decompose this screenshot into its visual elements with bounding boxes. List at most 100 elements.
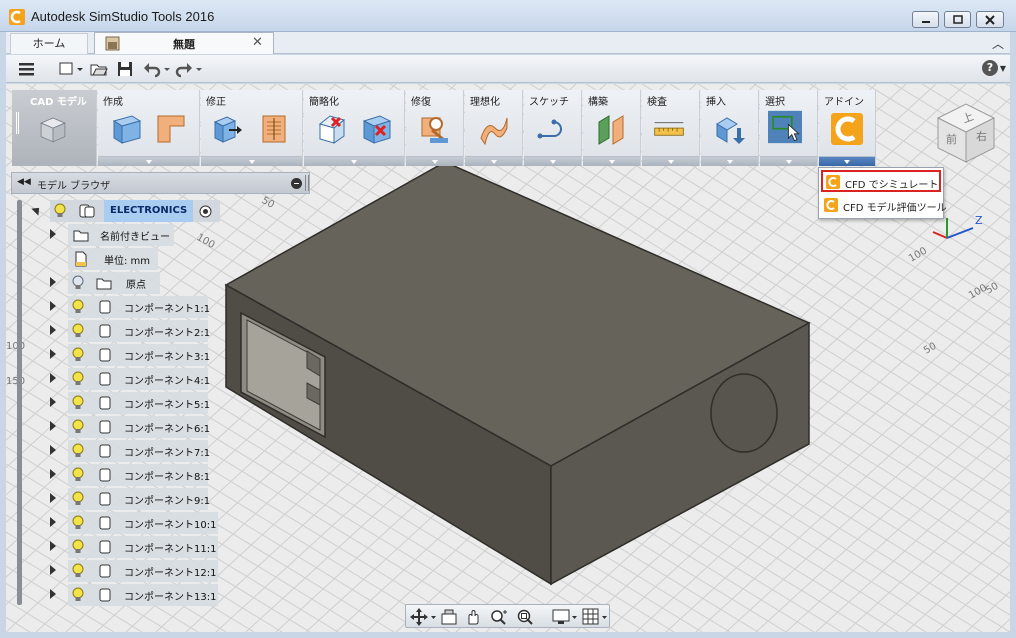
tree-node[interactable]: コンポーネント7:1	[68, 440, 210, 462]
idealize-icon[interactable]	[477, 112, 511, 146]
collapse-arrow-icon[interactable]	[31, 204, 43, 216]
activate-radio-icon[interactable]	[199, 205, 212, 218]
ribbon-group-repair[interactable]: 修復	[406, 90, 464, 166]
tree-row-origin[interactable]: 原点	[48, 272, 163, 294]
tree-node[interactable]: 単位: mm	[68, 248, 158, 270]
ribbon-group-dropdown[interactable]	[201, 156, 302, 166]
browser-minimize-icon[interactable]	[291, 178, 302, 189]
tree-row-component[interactable]: コンポーネント5:1	[48, 392, 220, 414]
tree-row-component[interactable]: コンポーネント6:1	[48, 416, 220, 438]
expand-arrow-icon[interactable]	[50, 469, 56, 479]
tree-node[interactable]: ELECTRONICS	[50, 200, 220, 222]
lightbulb-icon[interactable]	[72, 467, 84, 483]
expand-arrow-icon[interactable]	[50, 541, 56, 551]
ribbon-group-dropdown[interactable]	[465, 156, 522, 166]
close-button[interactable]	[976, 11, 1004, 28]
undo-icon[interactable]	[142, 60, 172, 78]
tree-row-component[interactable]: コンポーネント11:1	[48, 536, 220, 558]
lightbulb-icon[interactable]	[72, 419, 84, 435]
lightbulb-icon[interactable]	[54, 203, 66, 219]
open-icon[interactable]	[90, 60, 108, 78]
viewcube-front-label[interactable]: 前	[946, 132, 957, 146]
tree-row-component[interactable]: コンポーネント10:1	[48, 512, 220, 534]
pan-icon[interactable]	[464, 608, 482, 626]
tree-row-root[interactable]: ELECTRONICS	[30, 200, 220, 222]
tree-node[interactable]: コンポーネント4:1	[68, 368, 210, 390]
menu-icon[interactable]	[18, 60, 36, 78]
tree-node[interactable]: コンポーネント3:1	[68, 344, 210, 366]
tree-row-component[interactable]: コンポーネント1:1	[48, 296, 220, 318]
expand-arrow-icon[interactable]	[50, 325, 56, 335]
tree-row-component[interactable]: コンポーネント7:1	[48, 440, 220, 462]
expand-arrow-icon[interactable]	[50, 421, 56, 431]
lightbulb-icon[interactable]	[72, 515, 84, 531]
fit-icon[interactable]	[516, 608, 534, 626]
grip-icon[interactable]	[305, 175, 309, 191]
lightbulb-icon[interactable]	[72, 443, 84, 459]
ribbon-group-dropdown[interactable]	[406, 156, 463, 166]
lightbulb-icon[interactable]	[72, 371, 84, 387]
expand-arrow-icon[interactable]	[50, 517, 56, 527]
lightbulb-icon[interactable]	[72, 323, 84, 339]
ribbon-group-modify[interactable]: 修正	[201, 90, 303, 166]
expand-arrow-icon[interactable]	[50, 277, 56, 287]
tree-node[interactable]: 名前付きビュー	[68, 224, 174, 246]
tree-row-component[interactable]: コンポーネント12:1	[48, 560, 220, 582]
offset-face-icon[interactable]	[257, 112, 291, 146]
tree-row-units[interactable]: 単位: mm	[68, 248, 160, 270]
tree-row-component[interactable]: コンポーネント13:1	[48, 584, 220, 606]
tab-home[interactable]: ホーム	[10, 33, 88, 54]
tree-scroll-track[interactable]	[17, 200, 22, 605]
tree-row-named-views[interactable]: 名前付きビュー	[48, 224, 178, 246]
tree-node[interactable]: コンポーネント13:1	[68, 584, 218, 606]
lightbulb-icon[interactable]	[72, 587, 84, 603]
model-browser-header[interactable]: ◀◀ モデル ブラウザ	[11, 172, 310, 194]
ribbon-group-dropdown[interactable]	[98, 156, 199, 166]
select-icon[interactable]	[768, 110, 802, 144]
ribbon-group-simplify[interactable]: 簡略化	[304, 90, 405, 166]
expand-arrow-icon[interactable]	[50, 397, 56, 407]
lightbulb-icon[interactable]	[72, 299, 84, 315]
remove-features-icon[interactable]	[316, 112, 350, 146]
tree-node[interactable]: 原点	[68, 272, 160, 294]
ribbon-group-create[interactable]: 作成	[98, 90, 200, 166]
sketch-icon[interactable]	[536, 112, 570, 146]
ribbon-group-sketch[interactable]: スケッチ	[524, 90, 582, 166]
ribbon-group-dropdown[interactable]	[642, 156, 699, 166]
tree-node[interactable]: コンポーネント11:1	[68, 536, 218, 558]
extrude-icon[interactable]	[154, 112, 188, 146]
ribbon-group-inspect[interactable]: 検査	[642, 90, 700, 166]
menu-item-cfd-model-assessment[interactable]: CFD モデル評価ツール	[821, 195, 947, 217]
repair-icon[interactable]	[418, 112, 452, 146]
maximize-button[interactable]	[944, 11, 971, 28]
tree-node[interactable]: コンポーネント1:1	[68, 296, 210, 318]
ribbon-group-dropdown[interactable]	[583, 156, 640, 166]
measure-icon[interactable]	[652, 112, 686, 146]
zoom-window-icon[interactable]	[490, 608, 510, 626]
tree-node[interactable]: コンポーネント9:1	[68, 488, 210, 510]
ribbon-group-construct[interactable]: 構築	[583, 90, 641, 166]
new-file-icon[interactable]	[58, 60, 84, 78]
save-icon[interactable]	[116, 60, 134, 78]
collapse-tabs-icon[interactable]: ︿	[992, 35, 1004, 52]
expand-arrow-icon[interactable]	[50, 493, 56, 503]
tree-row-component[interactable]: コンポーネント3:1	[48, 344, 220, 366]
expand-arrow-icon[interactable]	[50, 445, 56, 455]
view-cube[interactable]: 上 前 右	[928, 96, 998, 166]
tree-node[interactable]: コンポーネント5:1	[68, 392, 210, 414]
expand-arrow-icon[interactable]	[50, 301, 56, 311]
viewcube-right-label[interactable]: 右	[976, 129, 987, 143]
ribbon-group-dropdown[interactable]	[760, 156, 817, 166]
ribbon-group-dropdown[interactable]	[819, 156, 875, 166]
expand-arrow-icon[interactable]	[50, 349, 56, 359]
tree-node[interactable]: コンポーネント10:1	[68, 512, 218, 534]
tree-row-component[interactable]: コンポーネント8:1	[48, 464, 220, 486]
cad-model-icon[interactable]	[36, 112, 70, 146]
ribbon-group-idealize[interactable]: 理想化	[465, 90, 523, 166]
lightbulb-icon[interactable]	[72, 395, 84, 411]
ribbon-group-addin[interactable]: アドイン	[819, 90, 876, 166]
expand-arrow-icon[interactable]	[50, 565, 56, 575]
lightbulb-icon[interactable]	[72, 539, 84, 555]
lightbulb-icon[interactable]	[72, 563, 84, 579]
ribbon-group-insert[interactable]: 挿入	[701, 90, 759, 166]
